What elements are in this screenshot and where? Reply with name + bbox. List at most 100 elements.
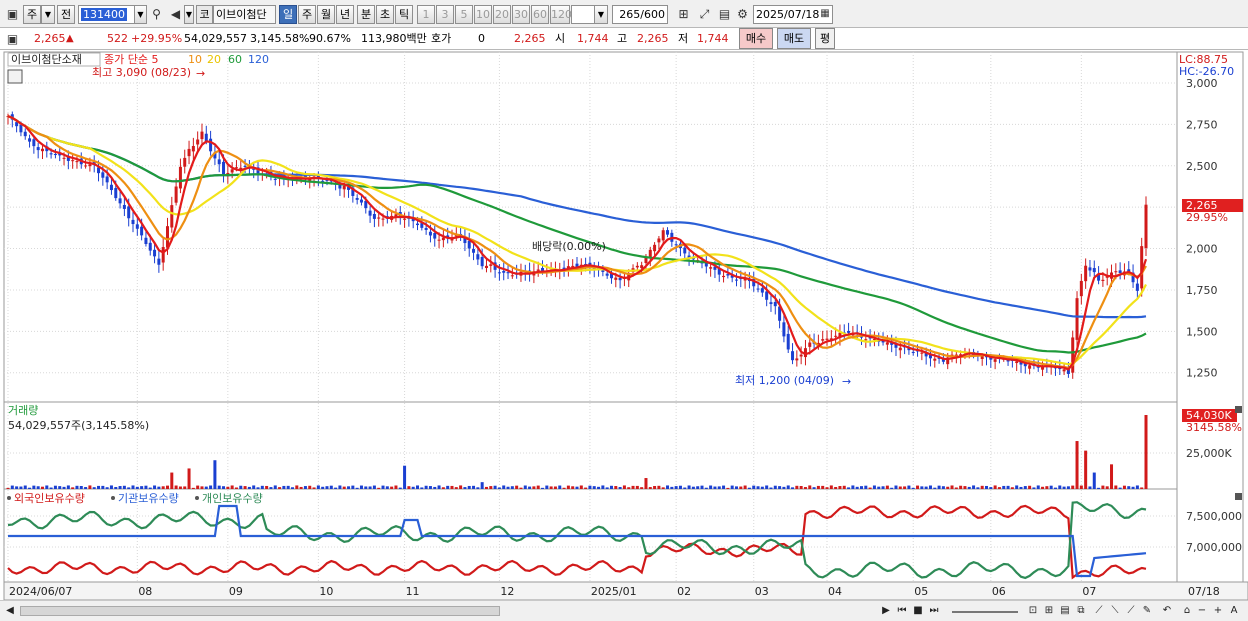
interval-button[interactable]: 30 <box>512 5 530 24</box>
period-year-button[interactable]: 년 <box>336 5 354 24</box>
candle-body <box>1079 280 1083 297</box>
chevron-down-icon[interactable]: ▼ <box>184 5 194 24</box>
candle-body <box>618 277 622 281</box>
period-tick-button[interactable]: 틱 <box>395 5 413 24</box>
candle-body <box>933 358 937 361</box>
period-type-select[interactable]: 주 <box>23 5 41 24</box>
period-day-button[interactable]: 일 <box>279 5 297 24</box>
volume-bar <box>1028 485 1032 489</box>
legend-ma5-label: 종가 단순 5 <box>104 53 158 66</box>
stock-chart[interactable]: 3,0002,7502,5002,2502,0001,7501,5001,250… <box>0 50 1248 600</box>
scroll-left-icon[interactable]: ◀ <box>4 604 16 618</box>
period-week-button[interactable]: 주 <box>298 5 316 24</box>
zoom-slider[interactable] <box>952 607 1018 613</box>
candle-body <box>140 226 144 236</box>
line-tool-icon[interactable]: ⟍ <box>1108 604 1122 618</box>
buy-button[interactable]: 매수 <box>739 28 773 49</box>
candle-body <box>187 148 191 157</box>
undo-icon[interactable]: ↶ <box>1160 604 1174 618</box>
stop-icon[interactable]: ■ <box>912 604 924 618</box>
table-toggle-icon[interactable] <box>7 69 23 84</box>
home-icon[interactable]: ⌂ <box>1180 604 1194 618</box>
last-page-icon[interactable]: ⏭ <box>927 604 941 618</box>
zoom-in-icon[interactable]: + <box>1212 604 1224 618</box>
candle-body <box>49 153 53 155</box>
candle-body <box>898 347 902 351</box>
candle-body <box>62 157 66 159</box>
chart-icon[interactable]: ⊞ <box>675 6 692 23</box>
count-value: 265 <box>619 8 641 21</box>
volume-bar <box>118 486 122 489</box>
grid-icon[interactable]: ⊞ <box>1042 604 1056 618</box>
period-month-button[interactable]: 월 <box>317 5 335 24</box>
volume-bar <box>972 485 976 489</box>
volume-bar <box>105 487 109 489</box>
interval-button[interactable]: 3 <box>436 5 454 24</box>
interval-button[interactable]: 20 <box>493 5 511 24</box>
stock-code-text: 131400 <box>81 8 127 21</box>
chevron-down-icon[interactable]: ▼ <box>134 5 147 24</box>
candle-body <box>661 230 665 241</box>
candle-body <box>109 184 113 191</box>
stock-code-input[interactable]: 131400 <box>78 5 135 24</box>
chevron-down-icon[interactable]: ▼ <box>41 5 55 24</box>
draw-icon[interactable]: ✎ <box>1140 604 1154 618</box>
gear-icon[interactable]: ⚙ <box>734 6 751 23</box>
calendar-icon[interactable]: ▦ <box>818 7 832 21</box>
volume-bar <box>881 486 885 489</box>
volume-bar <box>786 485 790 489</box>
volume-bar <box>713 486 717 489</box>
candle-body <box>127 206 131 219</box>
layout-icon[interactable]: ▣ <box>4 6 21 23</box>
zoom-out-icon[interactable]: − <box>1196 604 1208 618</box>
speaker-icon[interactable]: ◀ <box>167 6 184 23</box>
eval-button[interactable]: 평 <box>815 28 835 49</box>
candle-body <box>993 359 997 362</box>
volume-bar <box>933 487 937 489</box>
save-icon[interactable]: ▤ <box>716 6 733 23</box>
font-size-icon[interactable]: A <box>1228 604 1240 618</box>
period-second-button[interactable]: 초 <box>376 5 394 24</box>
interval-button[interactable]: 120 <box>550 5 572 24</box>
layout-icon[interactable]: ▣ <box>4 31 21 48</box>
volume-bar <box>1110 464 1114 489</box>
interval-button[interactable]: 5 <box>455 5 473 24</box>
interval-button[interactable]: 10 <box>474 5 492 24</box>
table-icon[interactable]: ▤ <box>1058 604 1072 618</box>
layout-icon[interactable]: ⊡ <box>1026 604 1040 618</box>
volume-bar <box>640 487 644 489</box>
volume-bar <box>347 486 351 489</box>
volume-bar <box>122 485 126 489</box>
search-icon[interactable]: ⚲ <box>148 6 165 23</box>
volume-panel-close-icon[interactable] <box>1235 406 1242 413</box>
period-minute-button[interactable]: 분 <box>357 5 375 24</box>
volume-bar <box>803 487 807 489</box>
holdings-panel-close-icon[interactable] <box>1235 493 1242 500</box>
ruler-icon[interactable]: ⟋ <box>1092 604 1106 618</box>
scroll-right-icon[interactable]: ▶ <box>880 604 892 618</box>
chart-scrollbar[interactable]: ◀ ▶ ⏮ ■ ⏭ ⊡ ⊞ ▤ ⧉ ⟋ ⟍ ⟋ ✎ ↶ ⌂ − + A <box>0 600 1248 621</box>
volume-bar <box>321 486 325 489</box>
market-select[interactable]: 전 <box>57 5 75 24</box>
low-price: 1,744 <box>697 32 729 45</box>
volume-bar <box>739 486 743 489</box>
copy-icon[interactable]: ⧉ <box>1074 604 1088 618</box>
expand-icon[interactable]: ⤢ <box>696 6 713 23</box>
volume-bar <box>79 485 83 489</box>
interval-button[interactable]: 60 <box>531 5 549 24</box>
volume-bar <box>691 486 695 489</box>
volume-bar <box>627 487 631 489</box>
sell-button[interactable]: 매도 <box>777 28 811 49</box>
first-page-icon[interactable]: ⏮ <box>895 604 909 618</box>
scroll-track[interactable] <box>20 606 500 616</box>
volume-bar <box>84 487 88 489</box>
candle-body <box>864 339 868 341</box>
count-input[interactable]: 265/600 <box>612 5 668 24</box>
measure-icon[interactable]: ⟋ <box>1124 604 1138 618</box>
volume-bar <box>97 485 101 489</box>
chevron-down-icon[interactable]: ▼ <box>594 5 608 24</box>
trade-amount: 113,980백만 <box>361 32 427 45</box>
interval-button[interactable]: 1 <box>417 5 435 24</box>
volume-bar <box>174 485 178 489</box>
volume-bar <box>437 485 441 489</box>
